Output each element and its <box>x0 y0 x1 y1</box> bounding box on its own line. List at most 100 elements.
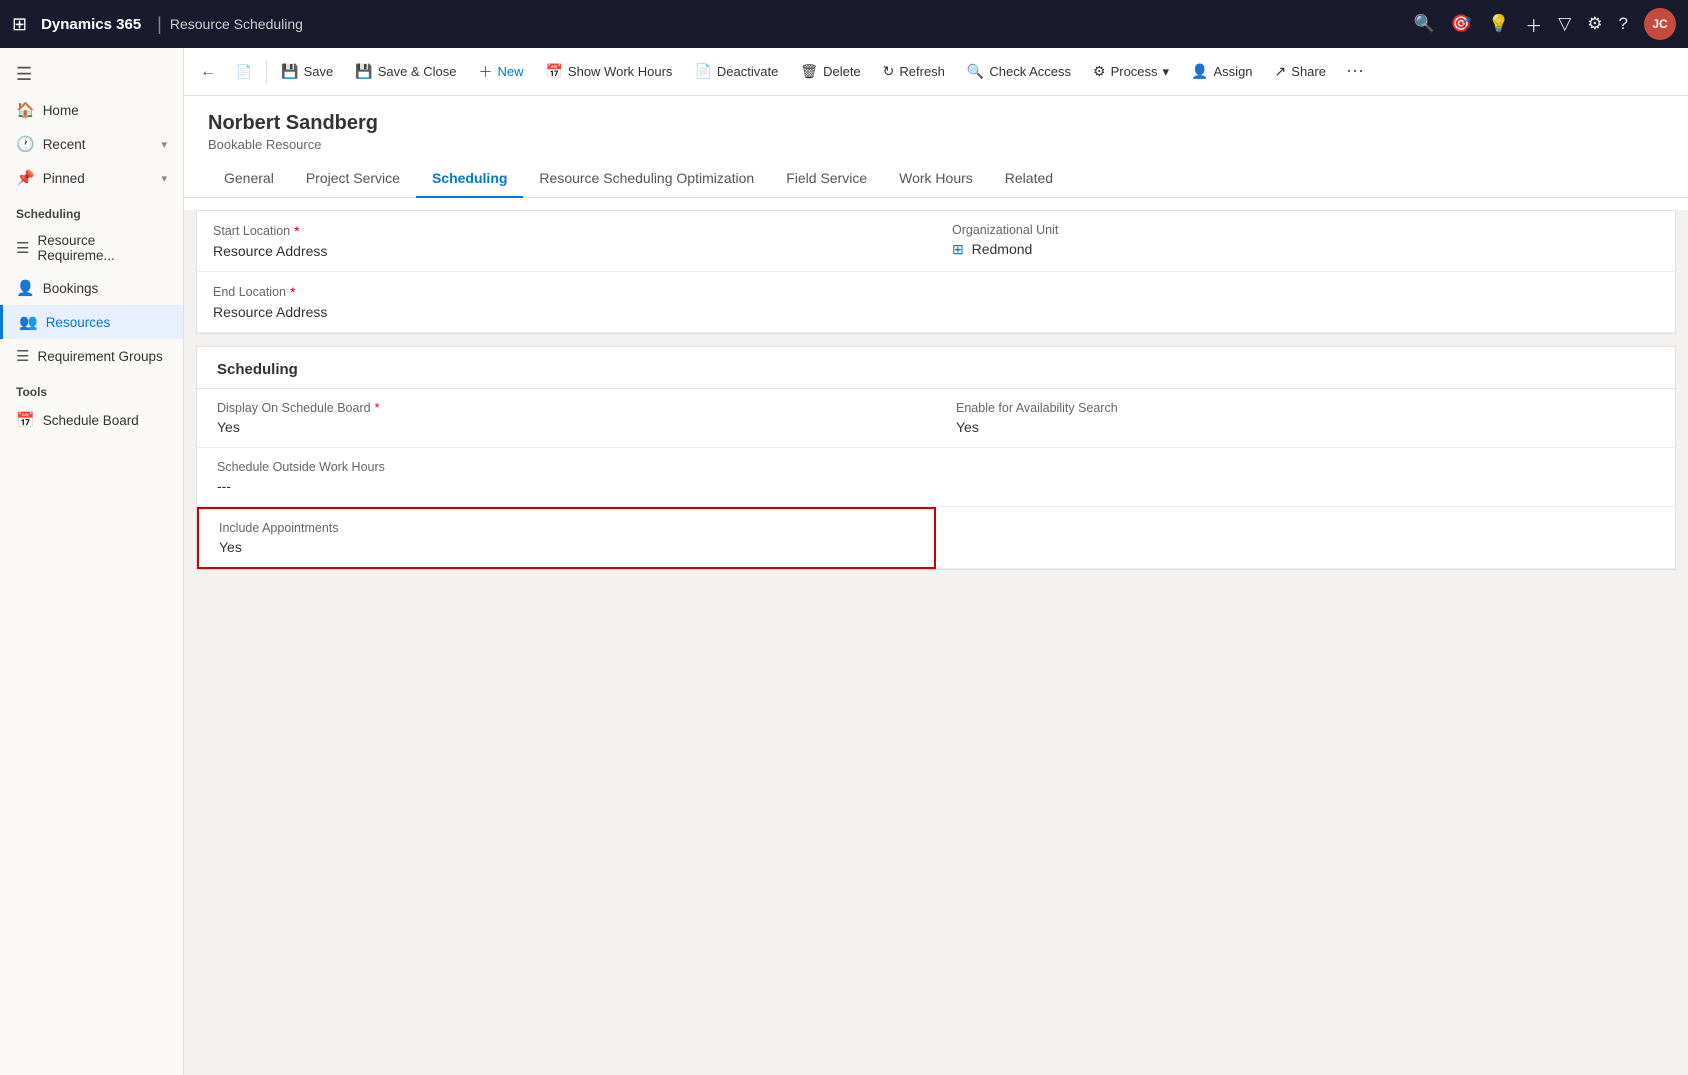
sidebar-recent-label: Recent <box>43 137 86 152</box>
tab-work-hours[interactable]: Work Hours <box>883 160 989 198</box>
calendar-icon: 📅 <box>545 63 562 80</box>
nav-divider: | <box>157 14 162 35</box>
sidebar-item-resources[interactable]: 👥 Resources <box>0 305 183 339</box>
scheduling-section-card: Scheduling Display On Schedule Board * Y… <box>196 346 1676 570</box>
delete-icon: 🗑 <box>800 63 818 80</box>
filter-icon[interactable]: ▽ <box>1558 14 1571 34</box>
sidebar-item-home[interactable]: 🏠 Home <box>0 93 183 127</box>
include-appointments-label: Include Appointments <box>219 521 914 535</box>
enable-availability-cell: Enable for Availability Search Yes <box>936 389 1675 448</box>
refresh-label: Refresh <box>899 64 945 79</box>
settings-icon[interactable]: ⚙ <box>1587 14 1602 34</box>
delete-button[interactable]: 🗑 Delete <box>790 57 870 86</box>
more-options-button[interactable]: ⋯ <box>1338 57 1372 86</box>
tab-resource-scheduling-opt[interactable]: Resource Scheduling Optimization <box>523 160 770 198</box>
sidebar-toggle[interactable]: ☰ <box>0 56 183 93</box>
delete-label: Delete <box>823 64 861 79</box>
new-icon: ＋ <box>478 62 492 82</box>
sidebar-item-bookings[interactable]: 👤 Bookings <box>0 271 183 305</box>
share-button[interactable]: ↗ Share <box>1265 57 1336 86</box>
save-close-icon: 💾 <box>355 63 372 80</box>
end-location-label: End Location * <box>213 284 920 300</box>
form-tabs: General Project Service Scheduling Resou… <box>184 160 1688 198</box>
new-button[interactable]: ＋ New <box>468 56 533 88</box>
empty-sched-cell-2 <box>936 507 1675 569</box>
scheduling-section-label: Scheduling <box>0 195 183 225</box>
waffle-icon[interactable]: ⊞ <box>12 14 27 35</box>
scheduling-grid: Display On Schedule Board * Yes Enable f… <box>197 389 1675 569</box>
avatar[interactable]: JC <box>1644 8 1676 40</box>
save-close-label: Save & Close <box>378 64 457 79</box>
module-name: Resource Scheduling <box>170 16 1414 32</box>
end-location-cell: End Location * Resource Address <box>197 272 936 333</box>
pin-icon: 📌 <box>16 169 35 187</box>
assign-button[interactable]: 👤 Assign <box>1181 57 1262 86</box>
sidebar-item-pinned[interactable]: 📌 Pinned ▾ <box>0 161 183 195</box>
new-label: New <box>497 64 523 79</box>
display-schedule-board-label-text: Display On Schedule Board <box>217 401 371 415</box>
share-icon: ↗ <box>1275 63 1287 80</box>
bulb-icon[interactable]: 💡 <box>1488 14 1509 34</box>
person-icon: 👤 <box>16 279 35 297</box>
tab-scheduling[interactable]: Scheduling <box>416 160 523 198</box>
record-subtitle: Bookable Resource <box>208 137 1664 152</box>
org-unit-cell: Organizational Unit ⊞ Redmond <box>936 211 1675 272</box>
share-label: Share <box>1291 64 1326 79</box>
record-icon-button[interactable]: 📄 <box>226 58 262 86</box>
org-unit-label: Organizational Unit <box>952 223 1659 237</box>
target-icon[interactable]: 🎯 <box>1451 14 1472 34</box>
display-schedule-board-cell: Display On Schedule Board * Yes <box>197 389 936 448</box>
tab-general[interactable]: General <box>208 160 290 198</box>
record-title: Norbert Sandberg <box>208 112 1664 135</box>
chevron-down-icon: ▾ <box>1163 64 1170 80</box>
top-nav-icons: 🔍 🎯 💡 ＋ ▽ ⚙ ? JC <box>1414 8 1676 40</box>
sidebar-schedule-board-label: Schedule Board <box>43 413 139 428</box>
app-name: Dynamics 365 <box>41 16 141 33</box>
sidebar-item-schedule-board[interactable]: 📅 Schedule Board <box>0 403 183 437</box>
sidebar-resources-label: Resources <box>46 315 111 330</box>
sidebar-item-recent[interactable]: 🕐 Recent ▾ <box>0 127 183 161</box>
sidebar-req-groups-label: Requirement Groups <box>37 349 162 364</box>
deactivate-button[interactable]: 📄 Deactivate <box>684 57 788 86</box>
show-work-hours-button[interactable]: 📅 Show Work Hours <box>535 57 682 86</box>
tab-project-service[interactable]: Project Service <box>290 160 416 198</box>
process-button[interactable]: ⚙ Process ▾ <box>1083 57 1179 86</box>
end-location-value: Resource Address <box>213 304 920 320</box>
form-container: Norbert Sandberg Bookable Resource Gener… <box>184 96 1688 570</box>
tab-related[interactable]: Related <box>989 160 1069 198</box>
schedule-outside-value: --- <box>217 478 916 494</box>
sidebar-item-resource-requirements[interactable]: ☰ Resource Requireme... <box>0 225 183 271</box>
sidebar-item-requirement-groups[interactable]: ☰ Requirement Groups <box>0 339 183 373</box>
save-close-button[interactable]: 💾 Save & Close <box>345 57 466 86</box>
search-icon[interactable]: 🔍 <box>1414 14 1435 34</box>
assign-label: Assign <box>1214 64 1253 79</box>
sidebar-pinned-label: Pinned <box>43 171 85 186</box>
tab-field-service[interactable]: Field Service <box>770 160 883 198</box>
start-location-label-text: Start Location <box>213 224 290 238</box>
assign-icon: 👤 <box>1191 63 1208 80</box>
schedule-outside-hours-cell: Schedule Outside Work Hours --- <box>197 448 936 507</box>
empty-cell <box>936 272 1675 333</box>
save-label: Save <box>304 64 334 79</box>
save-button[interactable]: 💾 Save <box>271 57 343 86</box>
process-icon: ⚙ <box>1093 63 1106 80</box>
top-navigation: ⊞ Dynamics 365 | Resource Scheduling 🔍 🎯… <box>0 0 1688 48</box>
enable-availability-label-text: Enable for Availability Search <box>956 401 1118 415</box>
end-location-label-text: End Location <box>213 285 286 299</box>
org-unit-link[interactable]: Redmond <box>972 241 1033 257</box>
start-location-cell: Start Location * Resource Address <box>197 211 936 272</box>
sidebar: ☰ 🏠 Home 🕐 Recent ▾ 📌 Pinned ▾ Schedulin… <box>0 48 184 1075</box>
add-icon[interactable]: ＋ <box>1525 12 1542 37</box>
form-body: Start Location * Resource Address Organi… <box>184 210 1688 570</box>
recent-icon: 🕐 <box>16 135 35 153</box>
sidebar-home-label: Home <box>43 103 79 118</box>
home-icon: 🏠 <box>16 101 35 119</box>
refresh-button[interactable]: ↻ Refresh <box>873 57 955 86</box>
check-access-button[interactable]: 🔍 Check Access <box>957 57 1081 86</box>
deactivate-label: Deactivate <box>717 64 778 79</box>
schedule-outside-label-text: Schedule Outside Work Hours <box>217 460 385 474</box>
back-button[interactable]: ← <box>192 59 224 85</box>
location-field-grid: Start Location * Resource Address Organi… <box>197 211 1675 333</box>
help-icon[interactable]: ? <box>1619 14 1628 34</box>
start-location-required: * <box>294 223 299 239</box>
